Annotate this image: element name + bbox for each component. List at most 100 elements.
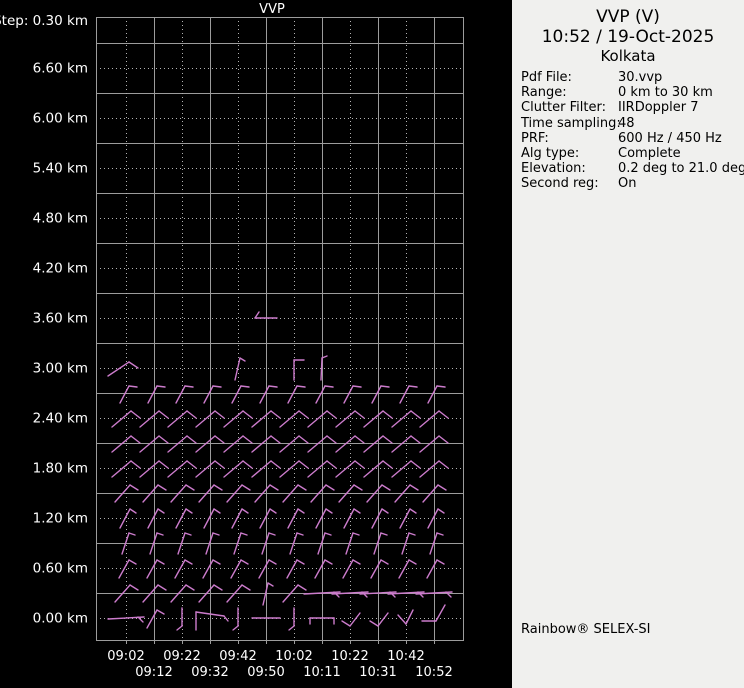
field-row-clutter-filter: Clutter Filter: IIRDoppler 7 — [521, 100, 742, 115]
wind-barb — [267, 582, 274, 587]
x-axis-label: 09:50 — [247, 665, 284, 680]
wind-barb — [186, 460, 197, 469]
wind-barb — [436, 385, 446, 388]
wind-barb-plot-area: 09:02 09:12 09:22 09:32 09:42 09:50 10:02 10:11… — [0, 0, 512, 688]
field-value: IIRDoppler 7 — [618, 100, 699, 116]
plot-border — [96, 17, 464, 641]
wind-barb — [436, 559, 445, 565]
wind-barb — [297, 584, 307, 591]
wind-barb — [175, 385, 186, 404]
wind-barb — [324, 559, 333, 565]
wind-barb — [240, 532, 248, 536]
wind-barb — [397, 614, 407, 625]
wind-barb — [156, 609, 165, 615]
x-axis-label: 09:12 — [135, 665, 172, 680]
product-title: VVP (V) — [596, 7, 660, 27]
wind-barb — [382, 460, 393, 469]
wind-barb — [269, 508, 277, 514]
field-label: Time sampling: — [521, 115, 621, 131]
wind-barb — [298, 410, 309, 419]
x-axis-label: 09:22 — [163, 649, 200, 664]
y-axis-label: 1.20 km — [33, 511, 88, 527]
y-axis-label: 3.60 km — [33, 311, 88, 327]
wind-barb — [129, 484, 139, 491]
wind-barb — [399, 385, 410, 404]
wind-barb — [212, 532, 220, 536]
field-label: Clutter Filter: — [521, 100, 606, 116]
wind-barb — [270, 460, 281, 469]
wind-barb — [157, 508, 165, 514]
wind-barb — [185, 508, 193, 514]
x-axis-label: 10:11 — [303, 665, 340, 680]
y-axis-label: 6.00 km — [33, 111, 88, 127]
x-axis-label: 10:02 — [275, 649, 312, 664]
wind-barb — [437, 484, 447, 491]
wind-barb — [296, 532, 304, 536]
wind-barb — [438, 410, 449, 419]
info-panel: VVP (V) 10:52 / 19-Oct-2025 Kolkata Pdf … — [512, 0, 744, 688]
wind-barb — [240, 559, 249, 565]
wind-barb — [437, 508, 445, 514]
y-axis-label: 3.00 km — [33, 361, 88, 377]
wind-barb — [268, 532, 276, 536]
y-axis-label: 2.40 km — [33, 411, 88, 427]
wind-barb — [324, 385, 334, 388]
wind-barb — [382, 435, 393, 444]
wind-barb — [269, 484, 279, 491]
wind-barb — [129, 584, 139, 591]
field-value: 30.vvp — [618, 70, 663, 85]
product-parameters: Pdf File: 30.vvp Range: 0 km to 30 km Cl… — [512, 70, 744, 192]
wind-barb — [297, 508, 305, 514]
wind-barb — [158, 435, 169, 444]
wind-barb — [298, 435, 309, 444]
wind-barb — [241, 508, 249, 514]
wind-barb — [158, 460, 169, 469]
wind-barb — [353, 484, 363, 491]
wind-barb — [287, 385, 298, 404]
wind-barb — [409, 508, 417, 514]
wind-barb — [128, 559, 137, 565]
field-value: Complete — [618, 146, 681, 162]
wind-barb — [326, 460, 337, 469]
wind-barb — [343, 385, 354, 404]
field-label: Elevation: — [521, 161, 586, 177]
wind-barb — [410, 435, 421, 444]
field-row-time-sampling: Time sampling: 48 — [521, 116, 742, 131]
wind-barb — [410, 460, 421, 469]
site-name: Kolkata — [600, 47, 656, 65]
wind-barb — [156, 532, 164, 536]
wind-barb — [128, 385, 138, 388]
x-axis-label: 10:42 — [387, 649, 424, 664]
field-row-prf: PRF: 600 Hz / 450 Hz — [521, 131, 742, 146]
wind-barb — [436, 532, 444, 536]
wind-barb — [427, 385, 438, 404]
wind-barb — [157, 484, 167, 491]
wind-barb — [185, 484, 195, 491]
wind-barb — [352, 385, 362, 388]
wind-barb — [349, 612, 361, 627]
y-axis-label: 4.20 km — [33, 261, 88, 277]
wind-barb — [380, 532, 388, 536]
wind-barb — [231, 385, 242, 404]
y-axis-label: 0.60 km — [33, 561, 88, 577]
y-axis-label: 6.60 km — [33, 61, 88, 77]
brand-footer: Rainbow® SELEX-SI — [521, 622, 651, 637]
wind-barb — [186, 435, 197, 444]
wind-barb — [156, 385, 166, 388]
wind-barb — [325, 484, 335, 491]
wind-barb — [352, 559, 361, 565]
wind-barb — [353, 508, 361, 514]
wind-barb — [315, 385, 326, 404]
product-datetime: 10:52 / 19-Oct-2025 — [541, 27, 715, 47]
field-label: Alg type: — [521, 146, 580, 162]
wind-barb — [128, 532, 136, 536]
wind-barb — [186, 410, 197, 419]
field-row-pdf-file: Pdf File: 30.vvp — [521, 70, 742, 85]
wind-barb — [242, 460, 253, 469]
wind-barb — [354, 410, 365, 419]
wind-barb — [212, 385, 222, 388]
field-row-second-reg: Second reg: On — [521, 176, 742, 191]
field-value: 600 Hz / 450 Hz — [618, 130, 722, 146]
wind-barb — [326, 435, 337, 444]
y-axis-label: 4.80 km — [33, 211, 88, 227]
